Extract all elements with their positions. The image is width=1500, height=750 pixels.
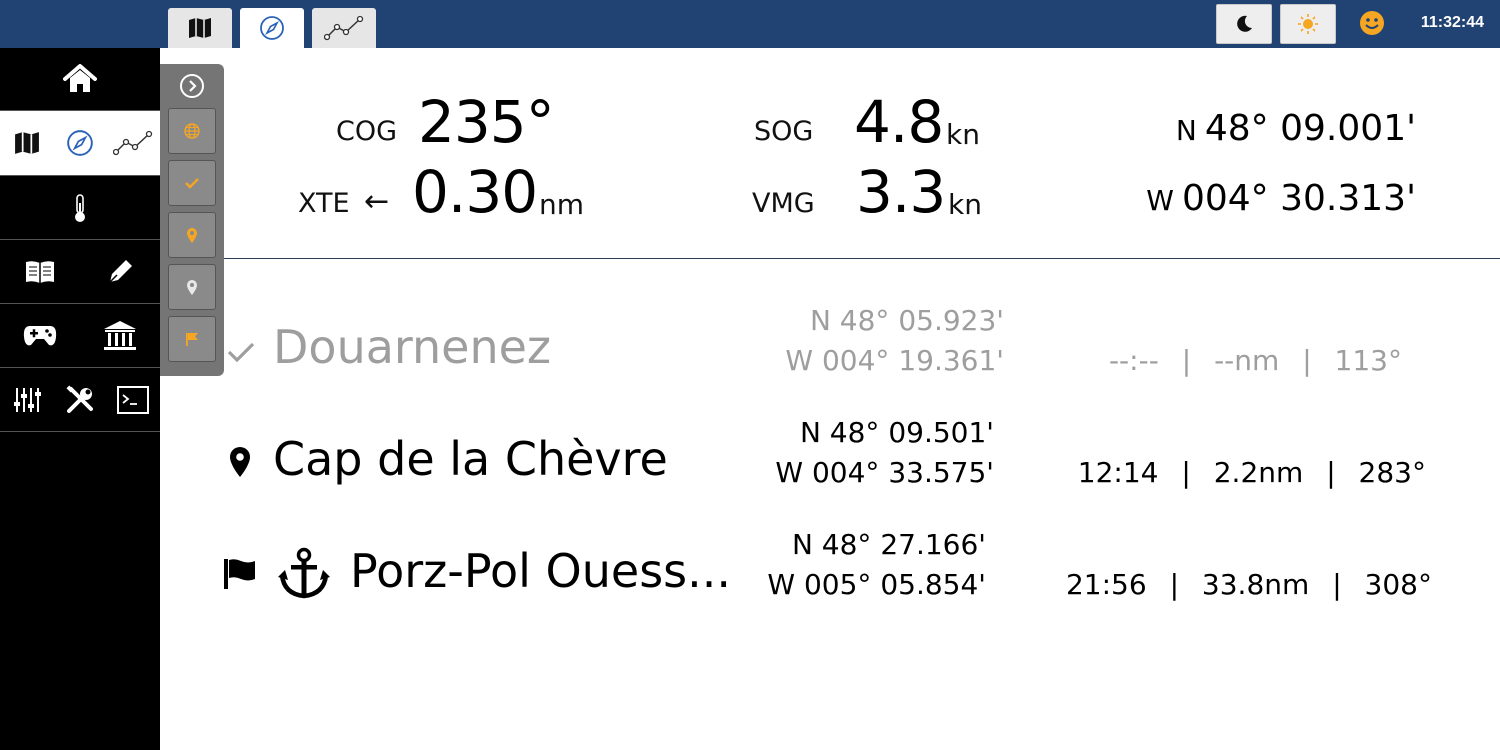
position-latitude: N 48° 09.001' [1175, 108, 1416, 149]
waypoint-distance: --nm [1214, 344, 1280, 377]
home-icon[interactable] [60, 59, 100, 99]
tab-compass[interactable] [240, 8, 304, 48]
sun-icon [1298, 14, 1318, 34]
separator: | [1326, 456, 1336, 489]
sidebar-row-navigation[interactable] [0, 111, 160, 176]
tab-route-graph[interactable] [312, 8, 376, 48]
thermometer-icon[interactable] [60, 188, 100, 228]
sog-label: SOG [754, 116, 814, 147]
waypoint-lon: W 004° 19.361' [785, 344, 1004, 377]
separator: | [1332, 568, 1342, 601]
pen-icon[interactable] [100, 252, 140, 292]
separator: | [1302, 344, 1312, 377]
vmg-unit: kn [948, 188, 982, 221]
waypoint-bearing: 113° [1334, 344, 1402, 377]
anchor-icon [278, 547, 330, 599]
night-mode-button[interactable] [1216, 4, 1272, 44]
globe-icon [184, 123, 200, 139]
map-icon [189, 18, 211, 38]
pin-grey-icon [187, 279, 197, 295]
route-graph-icon[interactable] [113, 123, 153, 163]
waypoint-toolbar [160, 64, 224, 376]
separator: | [1181, 344, 1192, 377]
waypoint-name: Porz-Pol Ouess... [350, 544, 732, 598]
waypoint-distance: 33.8nm [1201, 568, 1310, 601]
globe-button[interactable] [168, 108, 216, 154]
separator: | [1181, 456, 1191, 489]
sidebar-row-apps[interactable] [0, 304, 160, 368]
expand-icon[interactable] [178, 72, 206, 100]
flag-button[interactable] [168, 316, 216, 362]
pin-orange-button[interactable] [168, 212, 216, 258]
flag-icon [224, 559, 255, 589]
compass-icon[interactable] [60, 123, 100, 163]
map-icon[interactable] [7, 123, 47, 163]
waypoint-eta-row: 12:14 | 2.2nm | 283° [1078, 456, 1426, 489]
sidebar-row-sensors[interactable] [0, 176, 160, 240]
vmg-label: VMG [752, 188, 815, 219]
sidebar [0, 48, 160, 750]
pin-grey-button[interactable] [168, 264, 216, 310]
waypoint-name: Cap de la Chèvre [273, 432, 668, 486]
waypoint-bearing: 283° [1358, 456, 1426, 489]
sidebar-row-home[interactable] [0, 48, 160, 111]
waypoint-lat: N 48° 27.166' [791, 528, 986, 561]
smiley-icon[interactable] [1358, 9, 1386, 37]
day-mode-button[interactable] [1280, 4, 1336, 44]
terminal-icon[interactable] [113, 380, 153, 420]
waypoint-lon: W 005° 05.854' [767, 568, 986, 601]
waypoint-lat: N 48° 05.923' [809, 304, 1004, 337]
waypoint-eta: 21:56 [1065, 568, 1147, 601]
check-icon [185, 178, 199, 189]
waypoint-bearing: 308° [1364, 568, 1432, 601]
waypoint-lon: W 004° 33.575' [775, 456, 994, 489]
waypoint-lat: N 48° 09.501' [799, 416, 994, 449]
mixer-icon[interactable] [7, 380, 47, 420]
waypoint-distance: 2.2nm [1213, 456, 1304, 489]
waypoint-eta-row: --:-- | --nm | 113° [1109, 344, 1402, 377]
museum-icon[interactable] [100, 316, 140, 356]
vmg-value: 3.3 [856, 158, 946, 226]
sidebar-row-logbook[interactable] [0, 240, 160, 304]
clock: 11:32:44 [1420, 14, 1484, 31]
tab-map[interactable] [168, 8, 232, 48]
flag-icon [186, 333, 198, 346]
xte-unit: nm [539, 188, 585, 221]
xte-value: 0.30 [412, 158, 538, 226]
sog-value: 4.8 [854, 88, 944, 156]
cog-label: COG [336, 116, 398, 147]
position-longitude: W 004° 30.313' [1146, 178, 1416, 219]
pin-icon [230, 447, 250, 477]
pin-orange-icon [187, 227, 197, 243]
waypoint-eta: --:-- [1108, 344, 1159, 377]
check-button[interactable] [168, 160, 216, 206]
xte-arrow: ← [364, 184, 390, 219]
book-icon[interactable] [20, 252, 60, 292]
cog-value: 235° [418, 88, 555, 156]
sidebar-row-settings[interactable] [0, 368, 160, 432]
check-icon [227, 342, 255, 363]
gamepad-icon[interactable] [20, 316, 60, 356]
top-bar: 11:32:44 [0, 0, 1500, 48]
moon-icon [1237, 15, 1252, 32]
compass-icon [260, 16, 284, 40]
separator: | [1169, 568, 1180, 601]
sog-unit: kn [946, 118, 980, 151]
xte-label: XTE [298, 188, 350, 219]
waypoint-eta-row: 21:56 | 33.8nm | 308° [1066, 568, 1432, 601]
route-graph-icon [324, 15, 364, 41]
tools-icon[interactable] [60, 380, 100, 420]
waypoint-name: Douarnenez [273, 320, 552, 374]
divider [224, 258, 1500, 259]
waypoint-eta: 12:14 [1077, 456, 1159, 489]
